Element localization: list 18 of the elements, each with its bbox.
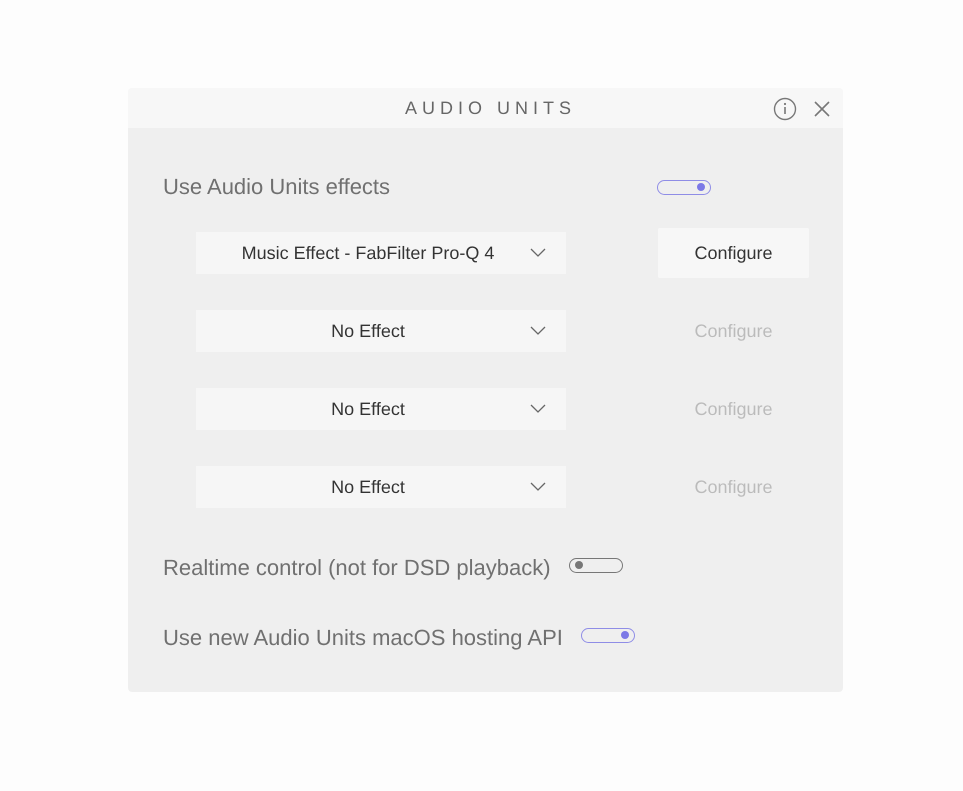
effect-dropdown[interactable]: No Effect [196, 310, 566, 352]
toggle-switch[interactable] [580, 628, 635, 642]
chevron-down-icon [530, 404, 546, 414]
chevron-down-icon [530, 248, 546, 258]
setting-label: Use Audio Units effects [163, 174, 392, 200]
toggle-switch[interactable] [657, 180, 711, 194]
configure-button[interactable]: Configure [658, 228, 809, 278]
info-icon[interactable] [773, 97, 797, 121]
close-icon[interactable] [813, 100, 831, 118]
setting-label: Realtime control (not for DSD playback) [163, 555, 551, 581]
effect-dropdown[interactable]: Music Effect - FabFilter Pro-Q 4 [196, 232, 566, 274]
effect-dropdown[interactable]: No Effect [196, 466, 566, 508]
chevron-down-icon [530, 482, 546, 492]
dialog-title: AUDIO UNITS [404, 98, 576, 118]
effect-dropdown[interactable]: No Effect [196, 388, 566, 430]
toggle-switch[interactable] [568, 558, 623, 572]
chevron-down-icon [530, 326, 546, 336]
setting-label: Use new Audio Units macOS hosting API [163, 625, 563, 651]
